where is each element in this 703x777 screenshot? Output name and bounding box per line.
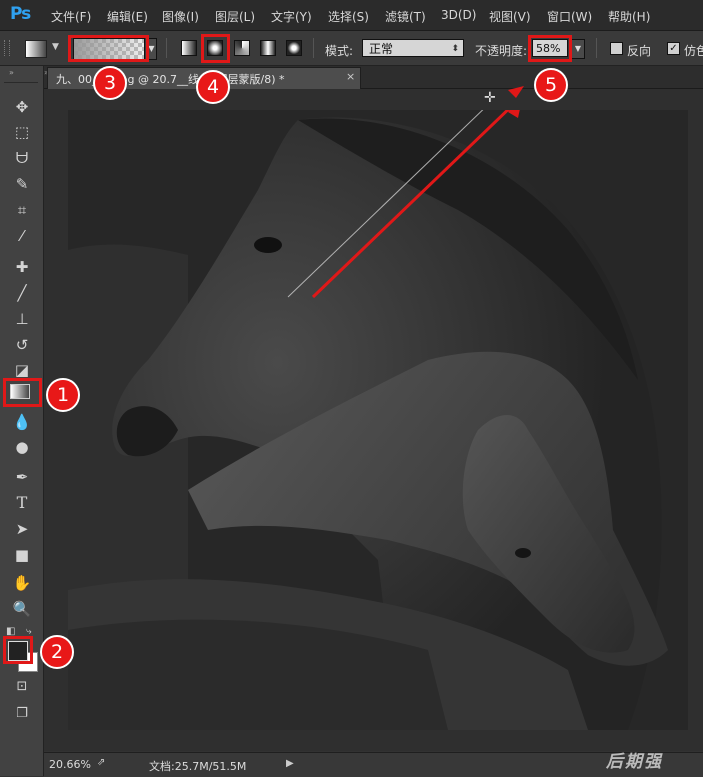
hand-icon[interactable]: ✋ bbox=[11, 573, 33, 593]
highlight-radial-button bbox=[201, 34, 230, 63]
opacity-slider-caret-icon[interactable]: ▼ bbox=[571, 39, 585, 59]
mode-value: 正常 bbox=[369, 42, 394, 56]
toolbox-divider bbox=[4, 82, 38, 83]
options-grip[interactable] bbox=[4, 40, 10, 56]
menu-help[interactable]: 帮助(H) bbox=[608, 8, 650, 25]
pen-icon[interactable]: ✒ bbox=[11, 467, 33, 487]
blur-icon[interactable]: 💧 bbox=[11, 412, 33, 432]
divider bbox=[166, 38, 167, 58]
highlight-gradient-tool bbox=[3, 378, 42, 407]
menu-type[interactable]: 文字(Y) bbox=[271, 8, 312, 25]
eraser-icon[interactable]: ◪ bbox=[11, 360, 33, 380]
menu-layer[interactable]: 图层(L) bbox=[215, 8, 255, 25]
eyedropper-icon[interactable]: ⁄ bbox=[11, 226, 33, 246]
close-tab-icon[interactable]: × bbox=[346, 70, 355, 83]
rect-marquee-icon[interactable]: ⬚ bbox=[11, 122, 33, 142]
menu-image[interactable]: 图像(I) bbox=[162, 8, 199, 25]
diamond-gradient-button[interactable] bbox=[286, 40, 302, 56]
healing-brush-icon[interactable]: ✚ bbox=[11, 257, 33, 277]
rectangle-shape-icon[interactable]: ■ bbox=[11, 545, 33, 565]
reverse-checkbox[interactable] bbox=[610, 42, 623, 55]
menu-select[interactable]: 选择(S) bbox=[328, 8, 369, 25]
crosshair-cursor-icon: ✛ bbox=[484, 90, 496, 106]
zoom-icon[interactable]: 🔍 bbox=[11, 599, 33, 619]
red-arrow-head-icon bbox=[508, 86, 524, 98]
highlight-opacity bbox=[528, 35, 572, 62]
linear-gradient-button[interactable] bbox=[181, 40, 197, 56]
callout-2: 2 bbox=[40, 635, 74, 669]
document-canvas[interactable] bbox=[68, 110, 688, 730]
clone-stamp-icon[interactable]: ⊥ bbox=[11, 309, 33, 329]
opacity-label: 不透明度: bbox=[475, 44, 528, 58]
select-arrows-icon: ⬍ bbox=[451, 44, 459, 54]
menu-3d[interactable]: 3D(D) bbox=[441, 8, 476, 22]
dodge-icon[interactable]: ● bbox=[11, 437, 33, 457]
menu-file[interactable]: 文件(F) bbox=[51, 8, 91, 25]
callout-1: 1 bbox=[46, 378, 80, 412]
type-icon[interactable]: T bbox=[11, 493, 33, 513]
lasso-icon[interactable]: ᗨ bbox=[11, 148, 33, 168]
dither-checkbox[interactable]: ✓ bbox=[667, 42, 680, 55]
angle-gradient-button[interactable] bbox=[234, 40, 250, 56]
dither-label: 仿色 bbox=[684, 44, 703, 58]
divider bbox=[596, 38, 597, 58]
history-brush-icon[interactable]: ↺ bbox=[11, 335, 33, 355]
divider bbox=[313, 38, 314, 58]
reflected-gradient-button[interactable] bbox=[260, 40, 276, 56]
tool-preset-button[interactable] bbox=[25, 40, 47, 58]
tool-preset-caret-icon[interactable]: ▼ bbox=[52, 42, 59, 52]
path-select-icon[interactable]: ➤ bbox=[11, 519, 33, 539]
mode-select[interactable]: 正常 ⬍ bbox=[362, 39, 464, 57]
reverse-label: 反向 bbox=[627, 44, 652, 58]
export-icon[interactable]: ⇗ bbox=[97, 757, 105, 768]
foreground-color-swatch[interactable] bbox=[8, 641, 28, 661]
callout-3: 3 bbox=[93, 66, 127, 100]
panel-collapse-icon[interactable]: » bbox=[9, 68, 15, 77]
crop-icon[interactable]: ⌗ bbox=[11, 200, 33, 220]
document-tab-title: 九、00__图.jpg @ 20.7__线 1, 图层蒙版/8) * bbox=[56, 73, 285, 86]
zoom-level[interactable]: 20.66% bbox=[49, 758, 91, 771]
document-size: 文档:25.7M/51.5M bbox=[149, 760, 247, 773]
callout-4: 4 bbox=[196, 70, 230, 104]
menu-filter[interactable]: 滤镜(T) bbox=[385, 8, 426, 25]
brush-icon[interactable]: ╱ bbox=[11, 283, 33, 303]
watermark: 后期强 bbox=[606, 752, 663, 772]
horses-photo bbox=[68, 110, 688, 730]
status-menu-arrow-icon[interactable]: ▶ bbox=[286, 758, 294, 769]
photoshop-logo: Ps bbox=[10, 4, 31, 24]
move-icon[interactable]: ✥ bbox=[11, 97, 33, 117]
callout-5: 5 bbox=[534, 68, 568, 102]
quick-mask-icon[interactable]: ⊡ bbox=[11, 677, 33, 697]
screen-mode-icon[interactable]: ❐ bbox=[11, 704, 33, 724]
menu-window[interactable]: 窗口(W) bbox=[547, 8, 592, 25]
menu-edit[interactable]: 编辑(E) bbox=[107, 8, 148, 25]
status-bar bbox=[44, 752, 703, 777]
quick-select-icon[interactable]: ✎ bbox=[11, 174, 33, 194]
menu-view[interactable]: 视图(V) bbox=[489, 8, 531, 25]
mode-label: 模式: bbox=[325, 44, 354, 58]
highlight-gradient-swatch bbox=[68, 35, 149, 62]
